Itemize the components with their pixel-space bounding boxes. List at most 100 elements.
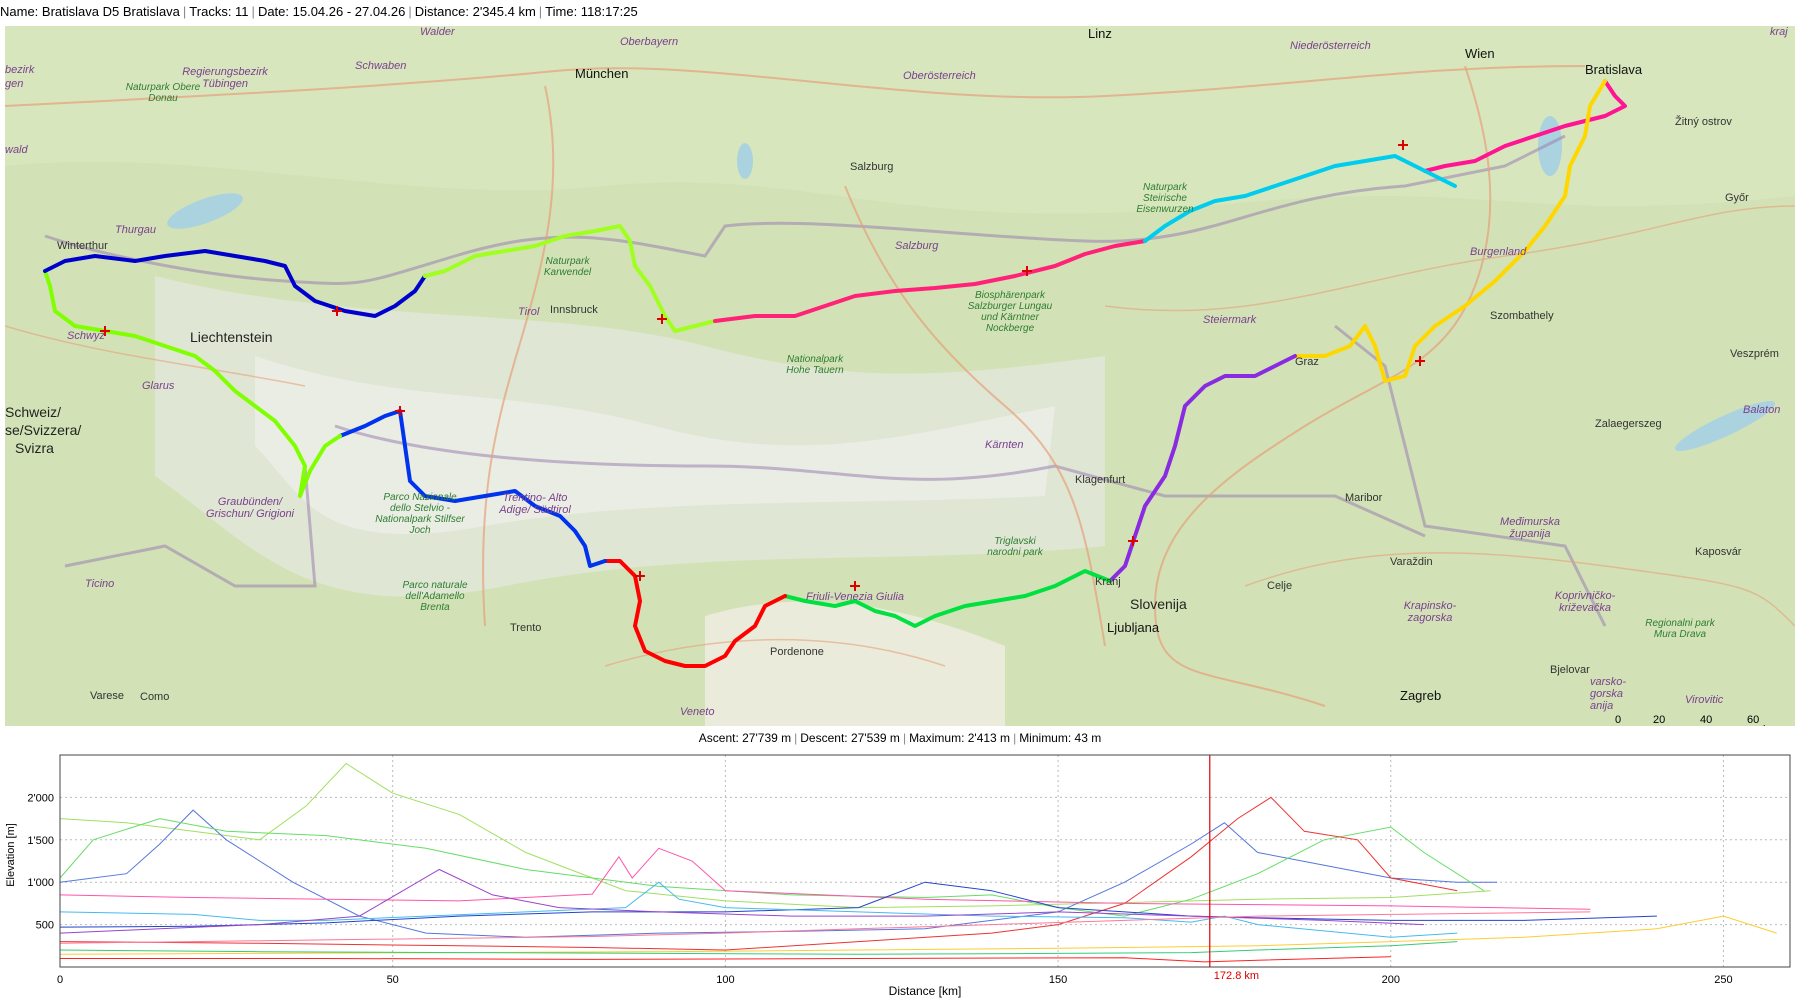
ascent-value: Ascent: 27'739 m	[698, 731, 792, 745]
total-time: Time: 118:17:25	[545, 4, 638, 19]
elevation-series-line-3	[59, 818, 1485, 917]
map-label-zagreb: Zagreb	[1400, 688, 1442, 703]
map-label-koprivnicko: Koprivničko- križevačka	[1554, 590, 1616, 614]
x-tick-label: 50	[387, 974, 399, 986]
map-label-gyor: Győr	[1725, 192, 1749, 204]
scale-tick-0: 0	[1615, 714, 1622, 726]
map-label-eisenwurzen: Naturpark Steirische Eisenwurzen	[1136, 182, 1194, 215]
scale-tick-60: 60	[1747, 714, 1760, 726]
x-tick-label: 0	[57, 974, 63, 986]
elevation-stats-bar: Ascent: 27'739 m | Descent: 27'539 m | Maxim…	[698, 731, 1102, 745]
y-tick-label: 2'000	[27, 792, 54, 804]
map-label-burgenland: Burgenland	[1470, 246, 1527, 258]
x-tick-label: 100	[716, 974, 734, 986]
map-label-veszprem: Veszprém	[1730, 348, 1779, 360]
map-label-schwyz: Schwyz	[67, 330, 105, 342]
map-label-gen: gen	[5, 78, 24, 90]
map-label-klagenfurt: Klagenfurt	[1075, 474, 1126, 486]
scale-tick-20: 20	[1653, 714, 1666, 726]
map-label-ticino: Ticino	[85, 578, 115, 590]
y-tick-label: 1'000	[27, 877, 54, 889]
map-label-graubuenden: Graubünden/ Grischun/ Grigioni	[205, 496, 295, 520]
map-label-ljubljana: Ljubljana	[1107, 620, 1160, 635]
map-label-schwaben: Schwaben	[355, 60, 407, 72]
descent-value: Descent: 27'539 m	[800, 731, 900, 745]
map-label-balaton: Balaton	[1743, 404, 1781, 416]
map-label-bjelovar: Bjelovar	[1550, 664, 1590, 676]
map-label-oberbayern: Oberbayern	[620, 36, 679, 48]
map-label-kaernten: Kärnten	[985, 439, 1024, 451]
map-canvas	[5, 26, 1795, 726]
map-label-schweiz: Schweiz/	[5, 404, 62, 420]
scale-tick-40: 40	[1700, 714, 1713, 726]
map-label-stelvio: Parco Nazionale dello Stelvio - National…	[375, 492, 465, 536]
map-label-glarus: Glarus	[142, 380, 175, 392]
map-label-oberoesterreich: Oberösterreich	[903, 70, 976, 82]
route-map[interactable]: München Wien Bratislava Salzburg Salzbur…	[5, 26, 1795, 726]
scale-unit: km	[1763, 724, 1778, 726]
y-tick-label: 500	[36, 920, 54, 932]
map-label-bratislava: Bratislava	[1585, 62, 1643, 77]
map-label-zitny-ostrov: Žitný ostrov	[1675, 116, 1732, 128]
map-label-slovenija: Slovenija	[1130, 596, 1187, 612]
map-label-salzburg-city: Salzburg	[850, 161, 894, 173]
x-tick-label: 250	[1714, 974, 1732, 986]
map-label-trentino: Trentino- Alto Adige/ Südtirol	[499, 492, 571, 516]
elevation-series-line-9	[59, 915, 1777, 955]
elevation-series-line-5	[59, 847, 1591, 910]
map-label-kaposvar: Kaposvár	[1695, 546, 1742, 558]
route-summary-bar: Name: Bratislava D5 Bratislava | Tracks: 1…	[0, 4, 638, 19]
map-label-varazdin: Varaždin	[1390, 556, 1433, 568]
route-name: Name: Bratislava D5 Bratislava	[0, 4, 180, 19]
map-label-hohe-tauern: Nationalpark Hohe Tauern	[786, 354, 844, 376]
map-label-thurgau: Thurgau	[115, 224, 156, 236]
map-label-karwendel: Naturpark Karwendel	[543, 256, 592, 278]
map-label-krapinsko: Krapinsko- zagorska	[1403, 600, 1457, 624]
y-tick-label: 1'500	[27, 835, 54, 847]
map-label-kranj: Kranj	[1095, 576, 1121, 588]
track-count: Tracks: 11	[189, 4, 249, 19]
map-label-adamello: Parco naturale dell'Adamello Brenta	[402, 580, 468, 613]
map-label-triglav: Triglavski narodni park	[987, 536, 1043, 558]
map-label-muenchen: München	[575, 66, 629, 81]
elevation-series-line-4	[59, 796, 1458, 951]
map-label-virovitic: Virovitic	[1685, 694, 1724, 706]
map-scale-bar: 0 20 40 60 km	[1615, 714, 1795, 726]
map-label-veneto: Veneto	[680, 706, 715, 718]
elevation-profile-chart[interactable]: Elevation [m] Distance [km] 172.8 km 0 50…	[0, 745, 1800, 1000]
elevation-series-line-1	[59, 762, 1491, 909]
map-label-svizzera: se/Svizzera/	[5, 422, 82, 438]
map-label-pordenone: Pordenone	[770, 646, 824, 658]
map-label-innsbruck: Innsbruck	[550, 304, 598, 316]
map-label-como: Como	[140, 691, 170, 703]
map-label-wald: wald	[5, 144, 28, 156]
elevation-series-line-11	[59, 911, 1591, 944]
distance-cursor-label: 172.8 km	[1214, 970, 1259, 982]
map-label-mura-drava: Regionalni park Mura Drava	[1645, 618, 1715, 640]
map-label-varese: Varese	[90, 690, 125, 702]
map-label-niederoesterreich: Niederösterreich	[1290, 40, 1371, 52]
map-label-medimurska: Međimurska županija	[1500, 516, 1560, 540]
total-distance: Distance: 2'345.4 km	[414, 4, 536, 19]
map-label-celje: Celje	[1267, 580, 1293, 592]
chart-plot-frame	[59, 754, 1791, 968]
map-label-salzburg-region: Salzburg	[895, 240, 939, 252]
date-range: Date: 15.04.26 - 27.04.26	[257, 4, 406, 19]
chart-y-axis-label: Elevation [m]	[5, 823, 17, 887]
map-label-linz: Linz	[1088, 26, 1112, 41]
map-label-svizra: Svizra	[15, 440, 54, 456]
chart-x-axis-label: Distance [km]	[889, 984, 962, 998]
map-label-winterthur: Winterthur	[57, 240, 108, 252]
x-tick-label: 150	[1049, 974, 1067, 986]
map-label-trento: Trento	[510, 622, 542, 634]
map-label-walder: Walder	[420, 26, 455, 38]
minimum-value: Minimum: 43 m	[1019, 731, 1102, 745]
x-tick-label: 200	[1382, 974, 1400, 986]
map-label-nockberge: Biosphärenpark Salzburger Lungau und Kär…	[967, 290, 1053, 334]
elevation-series-line-7	[59, 881, 1458, 938]
map-label-tirol: Tirol	[518, 306, 540, 318]
map-label-szombathely: Szombathely	[1490, 310, 1554, 322]
map-label-kraj: kraj	[1770, 26, 1788, 38]
map-label-wien: Wien	[1465, 46, 1495, 61]
map-label-obere-donau: Naturpark Obere Donau	[125, 82, 201, 104]
